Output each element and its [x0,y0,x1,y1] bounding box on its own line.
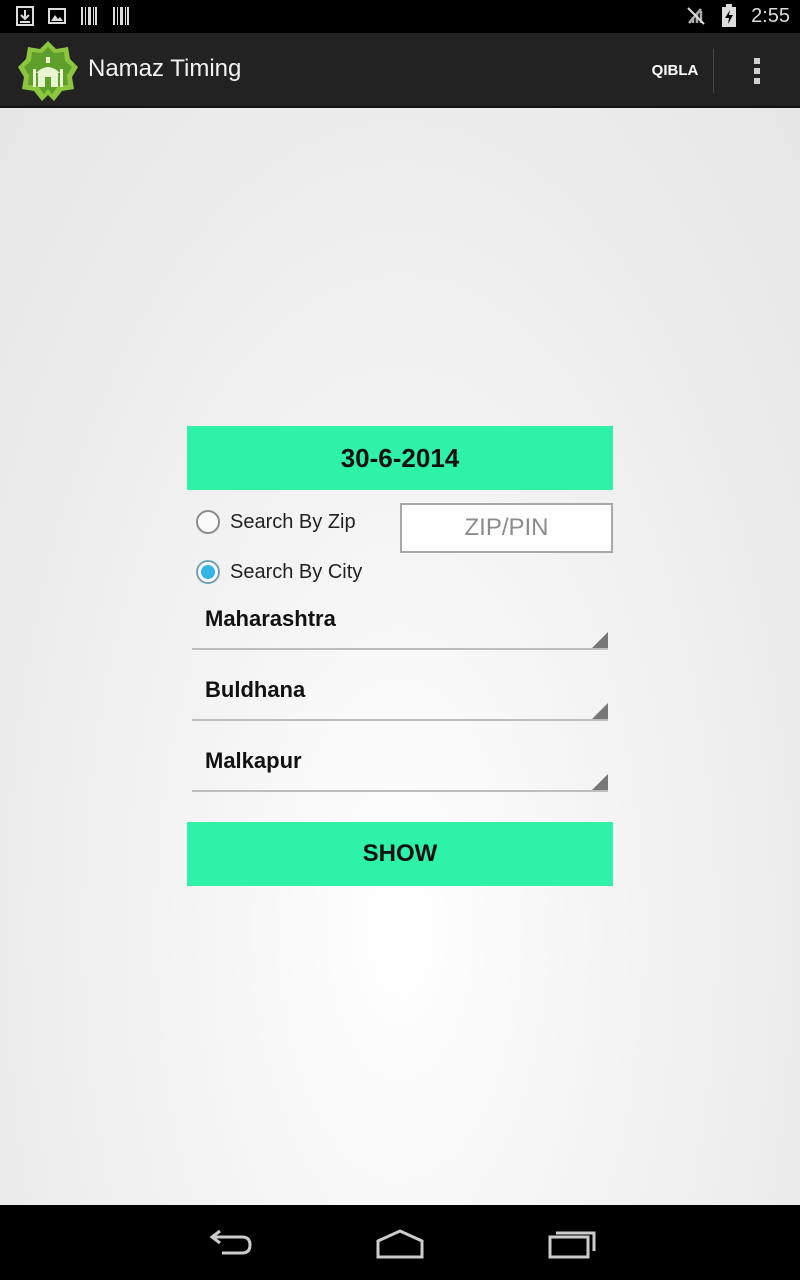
navigation-bar [0,1205,800,1280]
dropdown-arrow-icon [592,703,608,719]
action-bar: Namaz Timing QIBLA [0,33,800,108]
overflow-menu-icon[interactable] [714,33,800,108]
download-icon [16,6,34,26]
app-title: Namaz Timing [88,55,242,82]
radio-zip-label: Search By Zip [230,510,356,533]
back-icon[interactable] [200,1223,260,1263]
barcode-icon [81,7,97,25]
main-content: 30-6-2014 Search By Zip Search By City M… [0,108,800,1205]
show-button[interactable]: SHOW [187,822,613,886]
radio-search-by-city[interactable]: Search By City [196,560,362,584]
dropdown-arrow-icon [592,774,608,790]
city-value: Malkapur [205,748,302,773]
image-icon [48,8,66,24]
district-value: Buldhana [205,677,306,702]
date-display[interactable]: 30-6-2014 [187,426,613,490]
qibla-button[interactable]: QIBLA [640,33,710,108]
state-value: Maharashtra [205,606,336,631]
notification-icons [16,6,130,26]
battery-charging-icon [722,4,737,27]
clock: 2:55 [751,4,790,27]
zip-input[interactable] [400,503,613,553]
radio-button-city[interactable] [196,560,220,584]
system-icons: 2:55 [685,4,790,28]
status-bar: 2:55 [0,0,800,33]
dropdown-arrow-icon [592,632,608,648]
recents-icon[interactable] [542,1223,602,1263]
radio-city-label: Search By City [230,560,363,583]
radio-button-zip[interactable] [196,510,220,534]
signal-off-icon [687,7,705,25]
district-spinner[interactable]: Buldhana [192,671,608,721]
mosque-logo-icon[interactable] [16,39,80,103]
city-spinner[interactable]: Malkapur [192,742,608,792]
radio-search-by-zip[interactable]: Search By Zip [196,510,356,534]
barcode-icon [113,7,129,25]
state-spinner[interactable]: Maharashtra [192,600,608,650]
home-icon[interactable] [370,1223,430,1263]
